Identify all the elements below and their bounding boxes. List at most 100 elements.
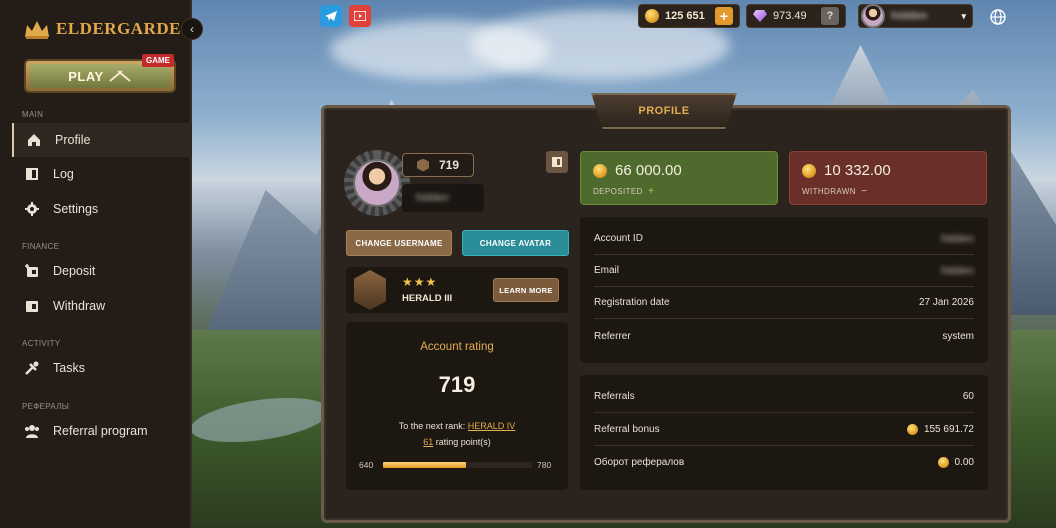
next-rank-link[interactable]: HERALD IV xyxy=(468,421,516,431)
sidebar-item-deposit[interactable]: Deposit xyxy=(12,254,192,288)
deposited-label: DEPOSITED xyxy=(593,187,643,196)
telegram-button[interactable] xyxy=(320,5,342,27)
swords-icon xyxy=(109,70,131,82)
play-button-inner: PLAY xyxy=(30,64,170,88)
deposited-amount: 66 000.00 xyxy=(615,162,682,179)
profile-username-value: hidden xyxy=(416,192,450,204)
sidebar-item-label: Referral program xyxy=(53,424,148,438)
hexagon-icon xyxy=(417,158,429,172)
brand-name: ELDERGARDE xyxy=(56,19,181,38)
logo[interactable]: ELDERGARDE xyxy=(24,18,181,40)
referrer-value: system xyxy=(942,330,974,342)
email-value: hidden xyxy=(940,264,974,277)
coin-icon xyxy=(802,163,816,178)
game-badge: GAME xyxy=(142,54,174,67)
play-label: PLAY xyxy=(68,68,104,84)
profile-banner: PROFILE xyxy=(591,93,737,129)
sidebar-item-withdraw[interactable]: Withdraw xyxy=(12,289,192,323)
crown-icon xyxy=(25,21,49,39)
account-rating-title: Account rating xyxy=(420,341,494,353)
learn-more-button[interactable]: LEARN MORE xyxy=(493,278,559,302)
points-needed: 61 rating point(s) xyxy=(346,437,568,447)
change-avatar-button[interactable]: CHANGE AVATAR xyxy=(462,230,569,256)
coin-icon xyxy=(593,163,607,178)
sidebar-item-settings[interactable]: Settings xyxy=(12,192,192,226)
coin-icon xyxy=(906,424,918,435)
coin-balance-value: 125 651 xyxy=(665,10,705,22)
username: hidden xyxy=(891,10,928,22)
registration-value: 27 Jan 2026 xyxy=(918,297,974,308)
referral-turnover-label: Оборот рефералов xyxy=(594,456,685,468)
next-rank-prefix: To the next rank: xyxy=(398,421,466,431)
sidebar-item-log[interactable]: Log xyxy=(12,157,192,191)
account-id-value: hidden xyxy=(940,232,974,245)
sidebar-item-label: Deposit xyxy=(53,264,96,278)
youtube-button[interactable] xyxy=(349,5,371,27)
globe-icon[interactable] xyxy=(989,8,1007,26)
users-icon xyxy=(25,425,39,438)
gem-balance-value: 973.49 xyxy=(773,10,807,22)
referrals-value: 60 xyxy=(962,391,974,402)
sidebar-item-label: Settings xyxy=(53,202,99,216)
rank-stars: ★★★ xyxy=(402,275,438,289)
chevron-left-icon: ‹ xyxy=(190,22,194,36)
section-title-finance: FINANCE xyxy=(22,242,60,251)
add-coins-button[interactable]: + xyxy=(715,7,733,25)
change-username-button[interactable]: CHANGE USERNAME xyxy=(346,230,452,256)
progress-max: 780 xyxy=(537,460,552,470)
referrer-row: Referrer system xyxy=(594,320,974,352)
deposited-card: 66 000.00 DEPOSITED + xyxy=(580,151,778,205)
referral-bonus-value: 155 691.72 xyxy=(923,424,974,435)
gear-icon xyxy=(25,202,39,216)
deposit-plus-button[interactable]: + xyxy=(648,186,654,197)
registration-label: Registration date xyxy=(594,297,670,308)
home-icon xyxy=(28,134,40,146)
rank-name: HERALD III xyxy=(402,293,453,304)
sidebar-item-profile[interactable]: Profile xyxy=(12,123,192,157)
coin-icon xyxy=(645,9,659,23)
account-id-row: Account ID hidden xyxy=(594,223,974,255)
section-title-main: MAIN xyxy=(22,110,44,119)
history-button[interactable] xyxy=(546,151,568,173)
panel-title: PROFILE xyxy=(638,105,690,117)
referrals-label: Referrals xyxy=(594,391,635,402)
withdraw-minus-button[interactable]: − xyxy=(861,186,867,197)
rating-progress-fill xyxy=(383,462,467,468)
telegram-icon xyxy=(325,11,337,21)
withdrawn-label: WITHDRAWN xyxy=(802,187,856,196)
progress-min: 640 xyxy=(359,460,374,470)
sidebar-item-referral-program[interactable]: Referral program xyxy=(12,414,192,448)
referral-turnover-row: Оборот рефералов 0.00 xyxy=(594,446,974,478)
user-menu[interactable]: hidden ▾ xyxy=(858,4,973,28)
user-avatar xyxy=(861,4,885,28)
sidebar: ELDERGARDE PLAY GAME MAIN Profile Log Se… xyxy=(0,0,192,528)
sidebar-item-tasks[interactable]: Tasks xyxy=(12,351,192,385)
referral-turnover-value: 0.00 xyxy=(954,456,974,468)
sidebar-item-label: Tasks xyxy=(53,361,85,375)
wallet-icon xyxy=(26,301,38,312)
collapse-sidebar-button[interactable]: ‹ xyxy=(181,18,203,40)
withdrawn-card: 10 332.00 WITHDRAWN − xyxy=(789,151,987,205)
gem-icon xyxy=(753,10,767,22)
account-rating-value: 719 xyxy=(438,372,476,397)
question-icon: ? xyxy=(826,10,834,22)
profile-avatar-frame xyxy=(344,150,410,216)
email-label: Email xyxy=(594,265,620,276)
book-icon xyxy=(26,168,38,180)
book-icon xyxy=(552,157,562,167)
email-row: Email hidden xyxy=(594,255,974,287)
referral-bonus-label: Referral bonus xyxy=(594,424,660,435)
points-needed-value: 61 xyxy=(423,437,434,447)
coin-balance: 125 651 + xyxy=(638,4,740,28)
account-id-label: Account ID xyxy=(594,233,643,244)
sidebar-item-label: Profile xyxy=(55,133,91,147)
wallet-plus-icon xyxy=(25,264,38,277)
sidebar-item-label: Log xyxy=(53,167,74,181)
referrer-label: Referrer xyxy=(594,330,631,342)
profile-username: hidden xyxy=(402,184,484,212)
points-needed-suffix: rating point(s) xyxy=(435,437,491,447)
coin-icon xyxy=(937,456,949,468)
registration-row: Registration date 27 Jan 2026 xyxy=(594,287,974,319)
help-button[interactable]: ? xyxy=(821,7,839,25)
next-rank-text: To the next rank: HERALD IV xyxy=(346,421,568,431)
